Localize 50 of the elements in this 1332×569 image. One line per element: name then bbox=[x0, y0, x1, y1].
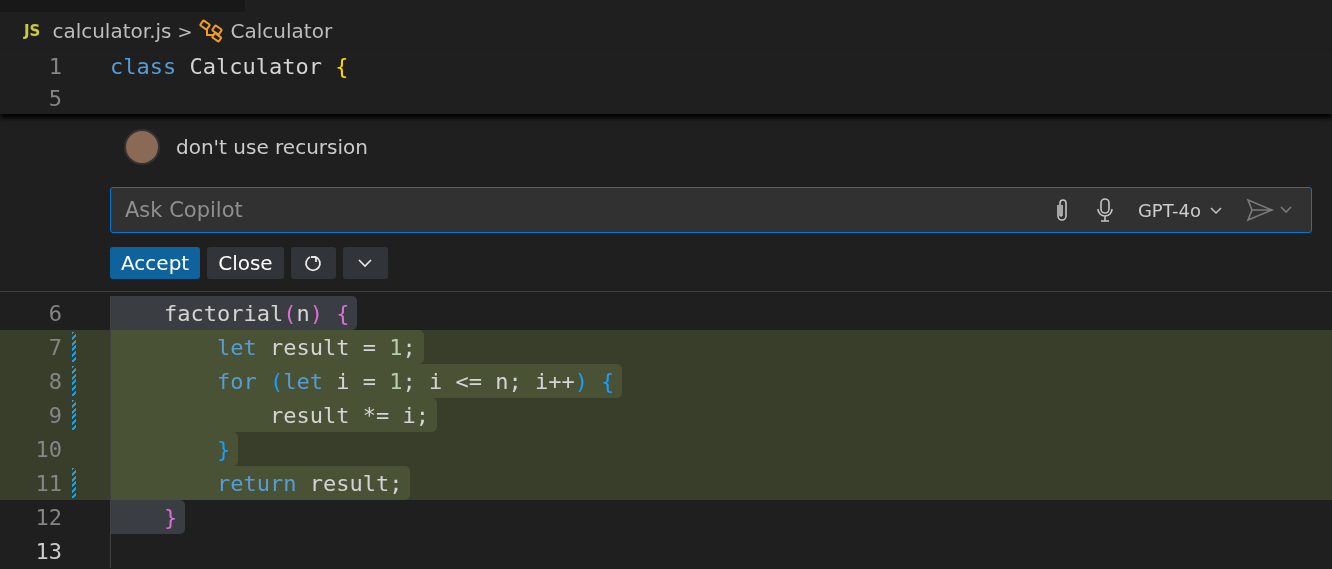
code-token: n bbox=[296, 300, 310, 326]
line-number: 13 bbox=[34, 538, 62, 564]
close-button[interactable]: Close bbox=[207, 247, 284, 279]
code-token: 1 bbox=[389, 368, 403, 394]
code-token: let bbox=[215, 334, 257, 360]
line-number: 11 bbox=[34, 470, 62, 496]
code-token: return bbox=[215, 470, 297, 496]
code-token: result *= i; bbox=[268, 402, 429, 428]
code-token: { bbox=[335, 53, 349, 79]
chat-input-field[interactable]: Ask Copilot GPT-4o bbox=[110, 187, 1312, 233]
code-token: result; bbox=[308, 470, 403, 496]
line-number: 7 bbox=[47, 334, 62, 360]
refresh-icon bbox=[303, 253, 324, 273]
chevron-down-icon[interactable] bbox=[1209, 205, 1223, 215]
line-number: 10 bbox=[34, 436, 62, 462]
code-token: factorial bbox=[162, 300, 284, 326]
code-token: Calculator bbox=[188, 53, 323, 79]
avatar bbox=[124, 129, 160, 165]
code-token: ) { bbox=[574, 368, 615, 394]
line-number: 6 bbox=[47, 300, 62, 326]
code-token: ( bbox=[283, 300, 297, 326]
rerun-button[interactable] bbox=[290, 247, 336, 279]
line-number: 1 bbox=[47, 53, 62, 79]
class-symbol-icon bbox=[198, 19, 225, 43]
chevron-down-icon bbox=[357, 258, 374, 268]
model-picker[interactable]: GPT-4o bbox=[1137, 199, 1223, 221]
chat-message: don't use recursion bbox=[176, 135, 368, 159]
line-number: 12 bbox=[34, 504, 62, 530]
code-token: ) { bbox=[309, 300, 350, 326]
code-token: 1 bbox=[389, 334, 403, 360]
breadcrumb-symbol[interactable]: Calculator bbox=[230, 19, 333, 43]
code-token: i = bbox=[335, 368, 377, 394]
breadcrumb-file[interactable]: calculator.js bbox=[52, 19, 172, 43]
code-token: ; i <= n; i++ bbox=[402, 368, 575, 394]
code-token: class bbox=[110, 53, 177, 79]
code-token: ; bbox=[402, 334, 416, 360]
javascript-file-icon: JS bbox=[24, 22, 41, 40]
code-token: } bbox=[215, 436, 231, 462]
code-token: } bbox=[162, 504, 178, 530]
line-number: 9 bbox=[47, 402, 62, 428]
code-token: let bbox=[283, 368, 323, 394]
breadcrumb-separator: > bbox=[177, 20, 193, 42]
code-token: result = bbox=[268, 334, 377, 360]
accept-button[interactable]: Accept bbox=[110, 247, 201, 279]
line-number: 5 bbox=[47, 85, 62, 111]
code-token: ( bbox=[268, 368, 284, 394]
code-token: for bbox=[215, 368, 257, 394]
line-number: 8 bbox=[47, 368, 62, 394]
more-options-button[interactable] bbox=[342, 247, 388, 279]
send-icon[interactable] bbox=[1245, 197, 1293, 223]
